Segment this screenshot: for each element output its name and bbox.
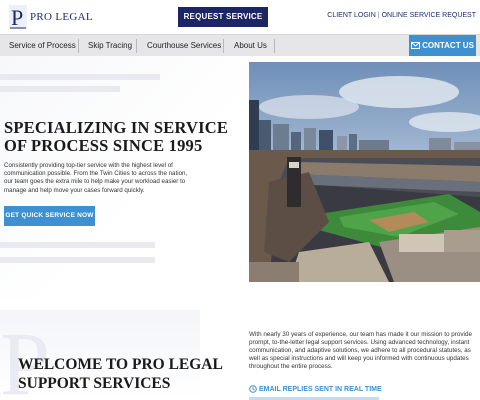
hero-title: SPECIALIZING IN SERVICE OF PROCESS SINCE… [4, 119, 244, 155]
stadium-city-photo [249, 62, 480, 282]
logo-monogram-icon: P [9, 5, 27, 30]
site-logo[interactable]: P PRO LEGAL [8, 4, 93, 30]
welcome-section: P WELCOME TO PRO LEGAL SUPPORT SERVICES … [0, 300, 480, 400]
nav-item-about-us[interactable]: About Us [234, 35, 267, 57]
nav-item-courthouse-services[interactable]: Courthouse Services [147, 35, 221, 57]
get-quick-service-button[interactable]: GET QUICK SERVICE NOW [4, 206, 95, 226]
decorative-stripe [0, 257, 155, 263]
welcome-description: With nearly 30 years of experience, our … [249, 331, 472, 370]
hero-title-line: OF PROCESS SINCE 1995 [4, 136, 203, 155]
main-nav: Service of Process Skip Tracing Courthou… [0, 34, 480, 57]
link-separator: | [377, 12, 380, 19]
decorative-stripe [0, 74, 160, 80]
feature-email-replies: EMAIL REPLIES SENT IN REAL TIME [249, 385, 382, 393]
clock-icon [249, 385, 257, 393]
welcome-title-line: WELCOME TO PRO LEGAL [18, 356, 223, 373]
client-links: CLIENT LOGIN | ONLINE SERVICE REQUEST [327, 12, 476, 19]
hero-section: SPECIALIZING IN SERVICE OF PROCESS SINCE… [0, 56, 480, 300]
nav-divider [78, 39, 79, 53]
site-header: P PRO LEGAL REQUEST SERVICE CLIENT LOGIN… [0, 0, 480, 34]
svg-text:P: P [11, 5, 23, 30]
welcome-title-line: SUPPORT SERVICES [18, 375, 171, 392]
hero-title-line: SPECIALIZING IN SERVICE [4, 118, 229, 137]
logo-text: PRO LEGAL [30, 11, 93, 23]
contact-us-button[interactable]: CONTACT US [409, 35, 476, 57]
envelope-icon [411, 42, 421, 50]
request-service-button[interactable]: REQUEST SERVICE [178, 7, 268, 27]
decorative-stripe [0, 86, 120, 92]
nav-item-skip-tracing[interactable]: Skip Tracing [88, 35, 132, 57]
feature-email-replies-label: EMAIL REPLIES SENT IN REAL TIME [259, 385, 382, 393]
nav-divider [274, 39, 275, 53]
client-login-link[interactable]: CLIENT LOGIN [327, 12, 376, 19]
nav-divider [223, 39, 224, 53]
decorative-stripe [0, 242, 155, 248]
hero-description: Consistently providing top-tier service … [4, 162, 188, 194]
contact-us-label: CONTACT US [422, 41, 474, 50]
online-service-request-link[interactable]: ONLINE SERVICE REQUEST [382, 12, 476, 19]
nav-divider [136, 39, 137, 53]
nav-item-service-of-process[interactable]: Service of Process [9, 35, 76, 57]
welcome-title: WELCOME TO PRO LEGAL SUPPORT SERVICES [18, 355, 238, 393]
